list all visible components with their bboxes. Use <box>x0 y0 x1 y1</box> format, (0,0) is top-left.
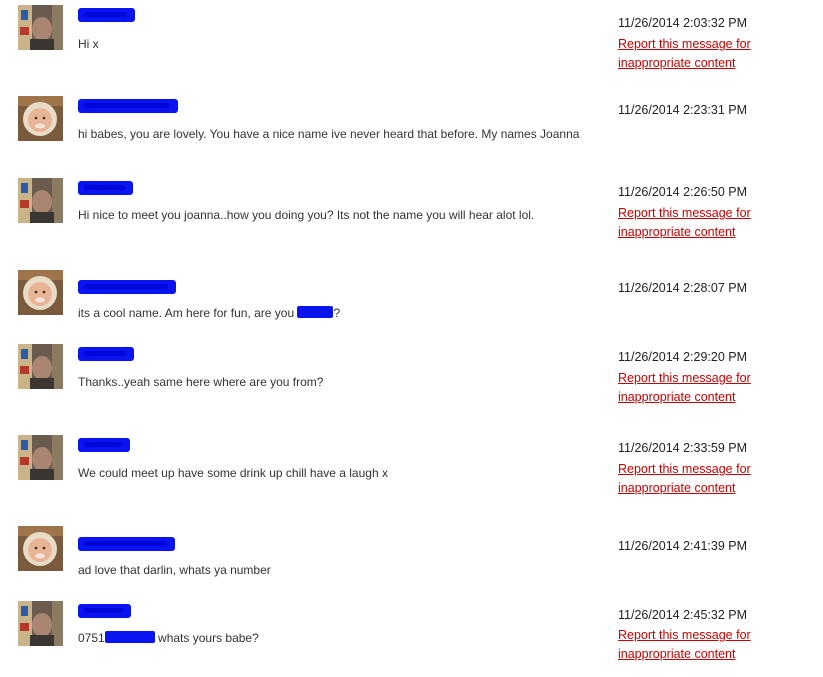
report-message-link[interactable]: Report this message for inappropriate co… <box>618 204 768 242</box>
sender-name-redacted <box>78 537 175 551</box>
avatar[interactable] <box>18 178 63 223</box>
message-timestamp: 11/26/2014 2:03:32 PM <box>618 16 748 30</box>
report-message-link[interactable]: Report this message for inappropriate co… <box>618 35 768 73</box>
message-text-part: ? <box>333 306 341 320</box>
message-timestamp: 11/26/2014 2:45:32 PM <box>618 608 748 622</box>
message-timestamp: 11/26/2014 2:41:39 PM <box>618 539 748 553</box>
message-timestamp: 11/26/2014 2:28:07 PM <box>618 281 748 295</box>
report-message-link[interactable]: Report this message for inappropriate co… <box>618 626 768 664</box>
message-text: Thanks..yeah same here where are you fro… <box>78 375 324 389</box>
message-text: Hi x <box>78 37 99 51</box>
avatar[interactable] <box>18 5 63 50</box>
message-text: We could meet up have some drink up chil… <box>78 466 388 480</box>
avatar[interactable] <box>18 96 63 141</box>
sender-name-redacted <box>78 99 178 113</box>
redaction-mark <box>104 631 155 643</box>
sender-name-redacted <box>78 347 134 361</box>
sender-name-redacted <box>78 8 135 22</box>
message-timestamp: 11/26/2014 2:26:50 PM <box>618 185 748 199</box>
message-timestamp: 11/26/2014 2:23:31 PM <box>618 103 748 117</box>
sender-name-redacted <box>78 604 131 618</box>
message-text-part: 0751 <box>78 631 105 645</box>
message-text: 0751 whats yours babe? <box>78 629 588 648</box>
message-text: hi babes, you are lovely. You have a nic… <box>78 127 580 141</box>
avatar[interactable] <box>18 526 63 571</box>
sender-name-redacted <box>78 181 133 195</box>
message-timestamp: 11/26/2014 2:33:59 PM <box>618 441 748 455</box>
sender-name-redacted <box>78 280 176 294</box>
message-text: Hi nice to meet you joanna..how you doin… <box>78 208 535 222</box>
avatar[interactable] <box>18 270 63 315</box>
message-text-part: its a cool name. Am here for fun, are yo… <box>78 306 295 320</box>
avatar[interactable] <box>18 344 63 389</box>
avatar[interactable] <box>18 435 63 480</box>
message-text: its a cool name. Am here for fun, are yo… <box>78 304 588 323</box>
redaction-mark <box>297 306 334 318</box>
avatar[interactable] <box>18 601 63 646</box>
message-timestamp: 11/26/2014 2:29:20 PM <box>618 350 748 364</box>
report-message-link[interactable]: Report this message for inappropriate co… <box>618 460 768 498</box>
message-text-part: whats yours babe? <box>158 631 259 645</box>
message-text: ad love that darlin, whats ya number <box>78 563 271 577</box>
report-message-link[interactable]: Report this message for inappropriate co… <box>618 369 768 407</box>
sender-name-redacted <box>78 438 130 452</box>
